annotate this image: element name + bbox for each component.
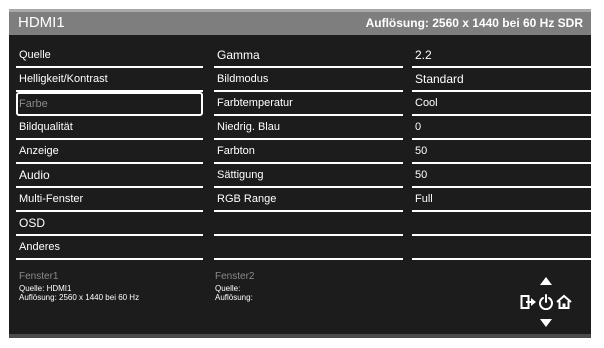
input-title: HDMI1 — [18, 14, 65, 31]
window2-source: Quelle: — [215, 284, 241, 293]
value-empty — [412, 236, 591, 260]
down-arrow-icon[interactable] — [540, 319, 552, 327]
window2-title: Fenster2 — [215, 271, 255, 282]
menu-item-multi-fenster[interactable]: Multi-Fenster — [16, 188, 203, 212]
submenu-item-farbtemperatur[interactable]: Farbtemperatur — [214, 92, 403, 116]
bottom-bar — [9, 334, 591, 338]
up-arrow-icon[interactable] — [540, 277, 552, 285]
sub-menu: Gamma Bildmodus Farbtemperatur Niedrig. … — [214, 44, 403, 260]
header-bar: HDMI1 Auflösung: 2560 x 1440 bei 60 Hz S… — [9, 12, 591, 35]
submenu-item-empty — [214, 236, 403, 260]
submenu-item-gamma[interactable]: Gamma — [214, 44, 403, 68]
resolution-info: Auflösung: 2560 x 1440 bei 60 Hz SDR — [365, 16, 583, 30]
value-farbton: 50 — [412, 140, 591, 164]
menu-item-helligkeit-kontrast[interactable]: Helligkeit/Kontrast — [16, 68, 203, 92]
value-saettigung: 50 — [412, 164, 591, 188]
submenu-item-empty — [214, 212, 403, 236]
value-niedrig-blau: 0 — [412, 116, 591, 140]
submenu-item-bildmodus[interactable]: Bildmodus — [214, 68, 403, 92]
value-gamma: 2.2 — [412, 44, 591, 68]
window2-info: Fenster2 Quelle: Auflösung: — [215, 271, 254, 302]
menu-item-anzeige[interactable]: Anzeige — [16, 140, 203, 164]
menu-item-audio[interactable]: Audio — [16, 164, 203, 188]
window2-resolution: Auflösung: — [215, 293, 253, 302]
menu-item-osd[interactable]: OSD — [16, 212, 203, 236]
submenu-item-farbton[interactable]: Farbton — [214, 140, 403, 164]
home-icon[interactable] — [556, 294, 572, 310]
value-empty — [412, 212, 591, 236]
window1-info: Fenster1 Quelle: HDMI1 Auflösung: 2560 x… — [19, 271, 139, 302]
window1-title: Fenster1 — [19, 271, 59, 282]
window1-source: Quelle: HDMI1 — [19, 284, 72, 293]
key-guide — [519, 277, 572, 327]
menu-item-quelle[interactable]: Quelle — [16, 44, 203, 68]
main-menu: Quelle Helligkeit/Kontrast Farbe Bildqua… — [16, 44, 203, 260]
osd-panel: HDMI1 Auflösung: 2560 x 1440 bei 60 Hz S… — [9, 9, 591, 338]
submenu-item-rgb-range[interactable]: RGB Range — [214, 188, 403, 212]
value-rgb-range: Full — [412, 188, 591, 212]
value-bildmodus: Standard — [412, 68, 591, 92]
menu-item-bildqualitaet[interactable]: Bildqualität — [16, 116, 203, 140]
menu-item-farbe[interactable]: Farbe — [16, 92, 203, 116]
menu-item-anderes[interactable]: Anderes — [16, 236, 203, 260]
submenu-item-niedrig-blau[interactable]: Niedrig. Blau — [214, 116, 403, 140]
value-farbtemperatur: Cool — [412, 92, 591, 116]
submenu-item-saettigung[interactable]: Sättigung — [214, 164, 403, 188]
power-icon[interactable] — [538, 294, 554, 310]
window1-resolution: Auflösung: 2560 x 1440 bei 60 Hz — [19, 293, 140, 302]
value-column: 2.2 Standard Cool 0 50 50 Full — [412, 44, 591, 260]
exit-icon[interactable] — [520, 294, 536, 310]
